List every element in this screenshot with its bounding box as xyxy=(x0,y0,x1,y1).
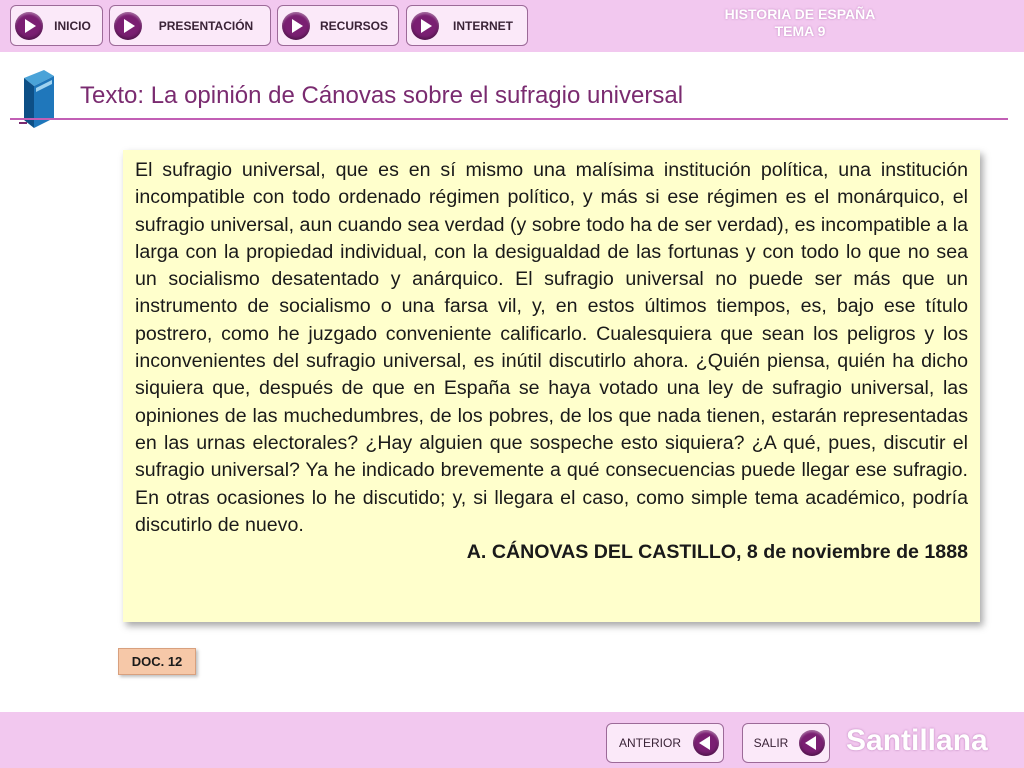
nav-internet-label: INTERNET xyxy=(453,18,513,33)
brand-subject: HISTORIA DE ESPAÑA xyxy=(724,6,876,22)
nav-inicio-label: INICIO xyxy=(54,18,91,33)
document-author: A. CÁNOVAS DEL CASTILLO, 8 de noviembre … xyxy=(466,541,968,564)
play-icon xyxy=(15,11,43,40)
nav-presentacion-label: PRESENTACIÓN xyxy=(158,18,254,33)
brand-topic: TEMA 9 xyxy=(774,23,826,39)
nav-recursos-label: RECURSOS xyxy=(319,18,388,33)
document-text: El sufragio universal, que es en sí mism… xyxy=(135,159,968,536)
anterior-button[interactable]: ANTERIOR xyxy=(606,723,724,763)
back-arrow-icon xyxy=(693,730,719,756)
title-divider xyxy=(10,118,1008,120)
salir-label: SALIR xyxy=(753,736,789,750)
book-icon xyxy=(19,70,54,128)
nav-presentacion-button[interactable]: PRESENTACIÓN xyxy=(109,5,271,46)
doc-label: DOC. 12 xyxy=(118,648,196,675)
publisher-logo: Santillana xyxy=(846,724,988,757)
nav-recursos-button[interactable]: RECURSOS xyxy=(277,5,399,46)
play-icon xyxy=(411,11,439,40)
play-icon xyxy=(282,11,310,40)
back-arrow-icon xyxy=(799,730,825,756)
brand-header: HISTORIA DE ESPAÑA TEMA 9 xyxy=(700,6,900,40)
anterior-label: ANTERIOR xyxy=(618,736,681,750)
page-title: Texto: La opinión de Cánovas sobre el su… xyxy=(80,82,684,109)
nav-inicio-button[interactable]: INICIO xyxy=(10,5,103,46)
text-card: El sufragio universal, que es en sí mism… xyxy=(123,150,980,622)
nav-internet-button[interactable]: INTERNET xyxy=(406,5,528,46)
play-icon xyxy=(114,11,142,40)
salir-button[interactable]: SALIR xyxy=(742,723,830,763)
